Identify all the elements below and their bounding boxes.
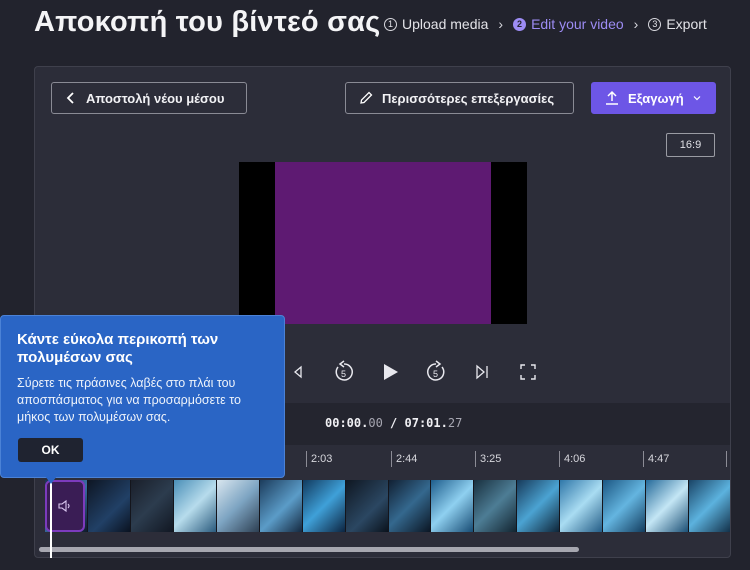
video-thumbnail	[130, 480, 174, 532]
video-thumbnail	[474, 480, 518, 532]
video-thumbnail	[259, 480, 303, 532]
step-export[interactable]: 3 Export	[648, 16, 707, 32]
ruler-tick: 4:47	[643, 451, 669, 467]
player-controls: 5 5	[285, 359, 541, 385]
video-thumbnail	[87, 480, 131, 532]
ruler-tick: 2:03	[306, 451, 332, 467]
step-label: Upload media	[402, 16, 489, 32]
time-separator: /	[382, 416, 398, 430]
video-track[interactable]	[45, 480, 730, 532]
forward-5-icon[interactable]: 5	[423, 359, 449, 385]
timeline-scrollbar[interactable]	[39, 547, 579, 552]
ruler-tick	[726, 451, 730, 467]
video-preview	[239, 162, 527, 324]
video-thumbnail	[302, 480, 346, 532]
video-thumbnail	[216, 480, 260, 532]
step-upload-media[interactable]: 1 Upload media	[384, 16, 488, 32]
forward-seconds-label: 5	[433, 369, 438, 379]
upload-icon	[606, 90, 618, 105]
upload-new-media-button[interactable]: Αποστολή νέου μέσου	[51, 82, 247, 114]
step-number: 1	[384, 17, 397, 31]
speaker-icon	[58, 499, 70, 513]
rewind-5-icon[interactable]: 5	[331, 359, 357, 385]
step-label: Edit your video	[531, 16, 624, 32]
chevron-right-icon: ›	[633, 16, 639, 32]
page-title: Αποκοπή του βίντεό σας	[34, 6, 381, 38]
tooltip-arrow	[45, 476, 57, 484]
video-frame	[275, 162, 491, 324]
current-time-frac: 00	[368, 416, 383, 430]
button-label: Αποστολή νέου μέσου	[86, 90, 225, 106]
video-thumbnail	[603, 480, 647, 532]
video-thumbnail	[431, 480, 475, 532]
video-thumbnail	[517, 480, 561, 532]
step-label: Export	[666, 16, 707, 32]
tooltip-body: Σύρετε τις πράσινες λαβές στο πλάι του α…	[17, 376, 241, 424]
step-number: 2	[513, 17, 527, 31]
chevron-right-icon: ›	[498, 16, 504, 32]
fullscreen-icon[interactable]	[515, 359, 541, 385]
total-time-main: 07:01.	[397, 416, 448, 430]
trim-tip-tooltip: Κάντε εύκολα περικοπή των πολυμέσων σας …	[0, 315, 285, 478]
video-thumbnail	[345, 480, 389, 532]
button-label: Εξαγωγή	[628, 90, 684, 106]
step-number: 3	[648, 17, 662, 31]
ruler-tick: 2:44	[391, 451, 417, 467]
ruler-tick: 4:06	[559, 451, 585, 467]
step-edit-video[interactable]: 2 Edit your video	[513, 16, 624, 32]
button-label: Περισσότερες επεξεργασίες	[382, 90, 555, 106]
export-button[interactable]: Εξαγωγή	[591, 82, 716, 114]
video-thumbnail	[173, 480, 217, 532]
total-time-frac: 27	[447, 416, 463, 430]
video-thumbnail	[646, 480, 690, 532]
rewind-seconds-label: 5	[341, 369, 346, 379]
video-thumbnail	[560, 480, 604, 532]
timecode: 00:00.00 / 07:01.27	[325, 416, 462, 430]
video-thumbnail	[388, 480, 432, 532]
stepper: 1 Upload media › 2 Edit your video › 3 E…	[384, 16, 707, 32]
editor-panel: Αποστολή νέου μέσου Περισσότερες επεξεργ…	[34, 66, 731, 558]
chevron-left-icon	[66, 92, 74, 104]
aspect-ratio-button[interactable]: 16:9	[666, 133, 715, 157]
play-icon[interactable]	[377, 359, 403, 385]
more-edits-button[interactable]: Περισσότερες επεξεργασίες	[345, 82, 574, 114]
ruler-tick: 3:25	[475, 451, 501, 467]
video-thumbnail	[689, 480, 730, 532]
skip-to-end-icon[interactable]	[469, 359, 495, 385]
tooltip-heading: Κάντε εύκολα περικοπή των πολυμέσων σας	[17, 331, 219, 366]
chevron-down-icon	[693, 96, 701, 101]
pencil-icon	[360, 91, 373, 104]
current-time-main: 00:00.	[325, 416, 369, 430]
skip-to-start-icon[interactable]	[285, 359, 311, 385]
tooltip-ok-button[interactable]: OK	[18, 438, 83, 462]
